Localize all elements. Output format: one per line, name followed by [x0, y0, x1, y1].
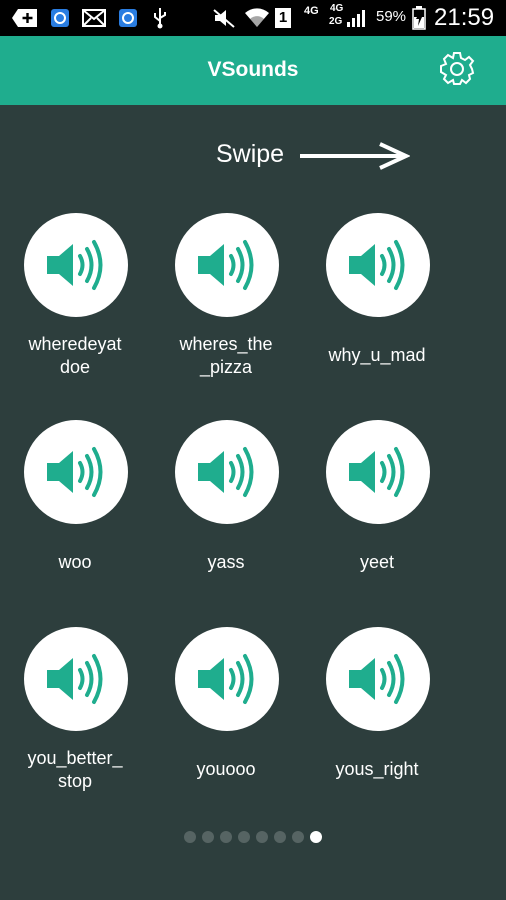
sound-item[interactable]: wheres_the _pizza: [151, 213, 301, 393]
play-sound-button[interactable]: [326, 627, 430, 731]
play-sound-button[interactable]: [24, 420, 128, 524]
play-sound-button[interactable]: [326, 420, 430, 524]
play-sound-button[interactable]: [24, 213, 128, 317]
page-dot[interactable]: [274, 831, 286, 843]
add-notification-icon: [12, 8, 38, 28]
clock: 21:59: [434, 4, 495, 31]
usb-icon: [152, 8, 168, 29]
swipe-arrow-icon: [298, 142, 411, 170]
page-dot[interactable]: [202, 831, 214, 843]
page-dot[interactable]: [256, 831, 268, 843]
sound-label: yass: [207, 552, 245, 572]
sound-item[interactable]: why_u_mad: [302, 213, 452, 393]
sound-label: yous_right: [335, 759, 419, 779]
sim-slot-icon: 1: [274, 8, 292, 28]
mail-icon: [82, 8, 106, 28]
sound-label: you_better_ stop: [27, 748, 123, 791]
play-sound-button[interactable]: [24, 627, 128, 731]
speaker-icon: [194, 439, 260, 505]
speaker-icon: [345, 232, 411, 298]
speaker-icon: [43, 232, 109, 298]
speaker-icon: [345, 439, 411, 505]
battery-percent: 59%: [376, 8, 407, 25]
page-dot[interactable]: [292, 831, 304, 843]
sound-label: youooo: [196, 759, 256, 779]
wifi-icon: [244, 8, 270, 28]
network-type-a: 4G: [304, 5, 319, 17]
speaker-icon: [345, 646, 411, 712]
speaker-icon: [194, 646, 260, 712]
network-type-b: 4G: [330, 3, 344, 14]
signal-icon: [346, 8, 368, 28]
sound-item[interactable]: yeet: [302, 420, 452, 600]
settings-button[interactable]: [438, 50, 476, 88]
swipe-hint-text: Swipe: [216, 140, 285, 168]
sound-label: wheres_the _pizza: [179, 334, 273, 377]
status-bar: 1 4G 4G 2G 59% 21:59: [0, 0, 506, 36]
speaker-icon: [43, 439, 109, 505]
app-title: VSounds: [207, 58, 299, 81]
sound-item[interactable]: yous_right: [302, 627, 452, 807]
speaker-icon: [194, 232, 260, 298]
page-indicator: [0, 831, 506, 843]
sound-item[interactable]: youooo: [151, 627, 301, 807]
sound-item[interactable]: you_better_ stop: [0, 627, 150, 807]
play-sound-button[interactable]: [326, 213, 430, 317]
page-dot[interactable]: [310, 831, 322, 843]
play-sound-button[interactable]: [175, 213, 279, 317]
play-sound-button[interactable]: [175, 627, 279, 731]
app-notification-icon-2: [118, 8, 138, 28]
gear-icon: [440, 52, 475, 85]
network-type-c: 2G: [329, 16, 343, 27]
battery-charging-icon: [412, 6, 426, 30]
sound-item[interactable]: yass: [151, 420, 301, 600]
page-dot[interactable]: [220, 831, 232, 843]
sound-item[interactable]: woo: [0, 420, 150, 600]
sound-label: woo: [58, 552, 92, 572]
sound-label: why_u_mad: [328, 345, 426, 365]
sound-label: yeet: [359, 552, 395, 572]
app-notification-icon: [50, 8, 70, 28]
app-bar: VSounds: [0, 36, 506, 105]
play-sound-button[interactable]: [175, 420, 279, 524]
page-dot[interactable]: [238, 831, 250, 843]
sound-item[interactable]: wheredeyat doe: [0, 213, 150, 393]
page-dot[interactable]: [184, 831, 196, 843]
sound-label: wheredeyat doe: [28, 334, 122, 377]
mute-icon: [212, 8, 236, 28]
speaker-icon: [43, 646, 109, 712]
